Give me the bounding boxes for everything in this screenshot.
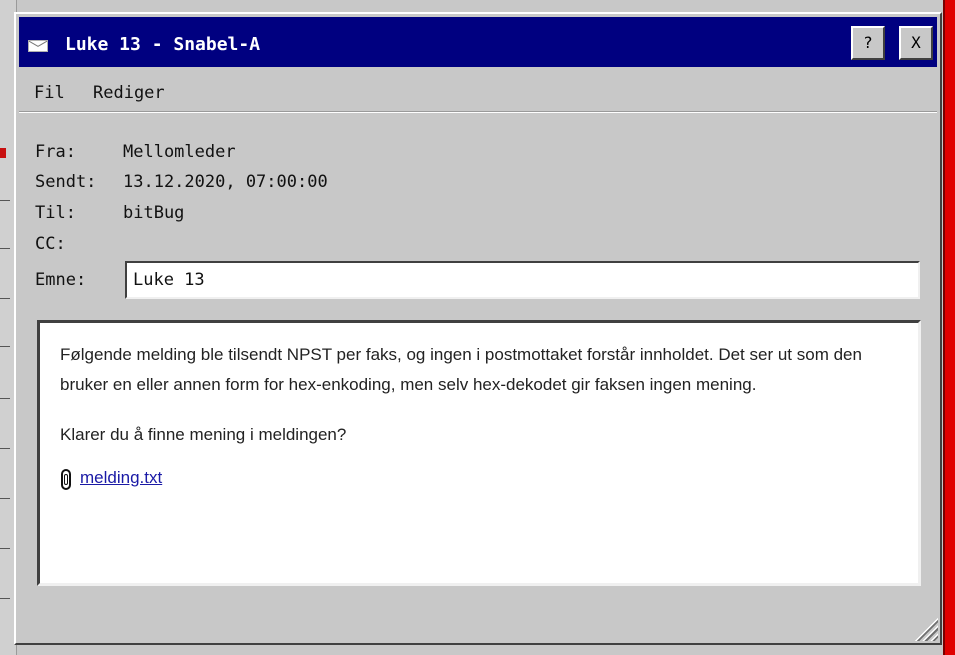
window-title: Luke 13 - Snabel-A	[65, 34, 261, 55]
mail-icon	[28, 40, 48, 52]
help-button[interactable]: ?	[851, 26, 885, 60]
from-label: Fra:	[35, 142, 76, 162]
to-value: bitBug	[123, 203, 185, 223]
close-button[interactable]: X	[899, 26, 933, 60]
message-paragraph: Klarer du å finne mening i meldingen?	[60, 425, 347, 444]
sent-label: Sendt:	[35, 172, 97, 192]
menu-item-rediger[interactable]: Rediger	[93, 83, 165, 103]
background-tick	[0, 200, 10, 201]
cc-label: CC:	[35, 234, 66, 254]
background-tick	[0, 248, 10, 249]
to-label: Til:	[35, 203, 76, 223]
background-marker	[0, 148, 6, 158]
menu-item-fil[interactable]: Fil	[34, 83, 65, 103]
paperclip-icon	[61, 469, 71, 490]
background-tick	[0, 346, 10, 347]
background-tick	[0, 298, 10, 299]
message-body: Følgende melding ble tilsendt NPST per f…	[37, 320, 921, 586]
menu-bar: Fil Rediger	[19, 69, 937, 112]
desktop-background-edge	[943, 0, 955, 655]
background-tick	[0, 548, 10, 549]
background-tick	[0, 398, 10, 399]
subject-field[interactable]: Luke 13	[125, 261, 920, 299]
sent-value: 13.12.2020, 07:00:00	[123, 172, 328, 192]
from-value: Mellomleder	[123, 142, 236, 162]
resize-grip[interactable]	[912, 615, 938, 641]
attachment-link[interactable]: melding.txt	[80, 468, 162, 488]
background-tick	[0, 498, 10, 499]
background-tick	[0, 598, 10, 599]
email-window: Luke 13 - Snabel-A ? X Fil Rediger Fra: …	[14, 12, 942, 645]
attachment: melding.txt	[60, 468, 898, 492]
title-bar[interactable]: Luke 13 - Snabel-A ? X	[19, 17, 937, 67]
message-paragraph: Følgende melding ble tilsendt NPST per f…	[60, 345, 862, 394]
subject-label: Emne:	[35, 270, 87, 290]
background-tick	[0, 448, 10, 449]
